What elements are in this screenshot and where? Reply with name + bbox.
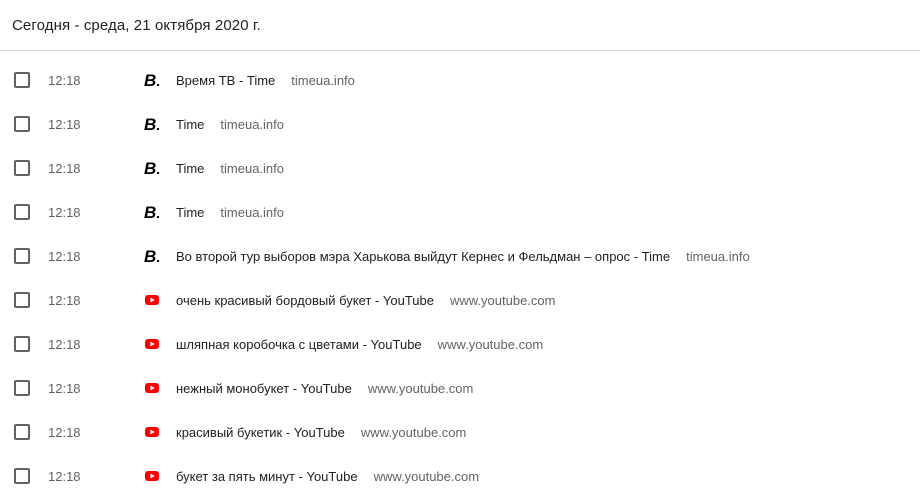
entry-title-link[interactable]: букет за пять минут - YouTube [176, 469, 358, 484]
entry-time: 12:18 [48, 424, 81, 440]
entry-domain: www.youtube.com [360, 424, 467, 440]
entry-title-link[interactable]: Time [176, 117, 204, 132]
entry-checkbox[interactable] [14, 292, 30, 308]
entry-domain: timeua.info [291, 72, 355, 88]
entry-time: 12:18 [48, 248, 81, 264]
timeua-icon: B [144, 248, 160, 264]
entry-checkbox[interactable] [14, 424, 30, 440]
entry-domain: timeua.info [220, 160, 284, 176]
entry-content: очень красивый бордовый букет - YouTube … [176, 293, 555, 308]
entry-checkbox[interactable] [14, 160, 30, 176]
entry-checkbox[interactable] [14, 468, 30, 484]
svg-text:B: B [144, 116, 156, 132]
entry-title-link[interactable]: красивый букетик - YouTube [176, 425, 345, 440]
history-entry[interactable]: 12:18 красивый букетик - YouTube www.you… [0, 410, 920, 454]
entry-content: красивый букетик - YouTube www.youtube.c… [176, 425, 466, 440]
entry-time: 12:18 [48, 72, 81, 88]
entry-domain: timeua.info [220, 204, 284, 220]
entry-time: 12:18 [48, 204, 81, 220]
entry-domain: www.youtube.com [449, 292, 556, 308]
entry-domain: timeua.info [220, 116, 284, 132]
svg-text:B: B [144, 160, 156, 176]
entry-title-link[interactable]: очень красивый бордовый букет - YouTube [176, 293, 434, 308]
history-entry[interactable]: 12:18 B Time timeua.info [0, 190, 920, 234]
history-entry[interactable]: 12:18 очень красивый бордовый букет - Yo… [0, 278, 920, 322]
entry-checkbox[interactable] [14, 116, 30, 132]
entry-title-link[interactable]: Time [176, 205, 204, 220]
entry-content: Time timeua.info [176, 161, 284, 176]
history-card: Сегодня - среда, 21 октября 2020 г. 12:1… [0, 0, 920, 490]
entry-content: Во второй тур выборов мэра Харькова выйд… [176, 249, 750, 264]
entry-checkbox[interactable] [14, 72, 30, 88]
youtube-icon [144, 292, 160, 308]
entry-time: 12:18 [48, 468, 81, 484]
entry-content: Время ТВ - Time timeua.info [176, 73, 355, 88]
timeua-icon: B [144, 116, 160, 132]
entry-time: 12:18 [48, 292, 81, 308]
svg-text:B: B [144, 248, 156, 264]
history-entry[interactable]: 12:18 шляпная коробочка с цветами - YouT… [0, 322, 920, 366]
entry-time: 12:18 [48, 116, 81, 132]
entry-checkbox[interactable] [14, 204, 30, 220]
entry-title-link[interactable]: Во второй тур выборов мэра Харькова выйд… [176, 249, 670, 264]
youtube-icon [144, 380, 160, 396]
entry-content: букет за пять минут - YouTube www.youtub… [176, 469, 479, 484]
history-list: 12:18 B Время ТВ - Time timeua.info 12:1… [0, 51, 920, 490]
youtube-icon [144, 424, 160, 440]
entry-content: Time timeua.info [176, 205, 284, 220]
timeua-icon: B [144, 160, 160, 176]
entry-domain: timeua.info [686, 248, 750, 264]
entry-title-link[interactable]: шляпная коробочка с цветами - YouTube [176, 337, 422, 352]
entry-time: 12:18 [48, 336, 81, 352]
date-header: Сегодня - среда, 21 октября 2020 г. [0, 0, 920, 51]
history-entry[interactable]: 12:18 B Время ТВ - Time timeua.info [0, 58, 920, 102]
entry-content: Time timeua.info [176, 117, 284, 132]
entry-domain: www.youtube.com [437, 336, 544, 352]
timeua-icon: B [144, 204, 160, 220]
history-entry[interactable]: 12:18 букет за пять минут - YouTube www.… [0, 454, 920, 490]
history-entry[interactable]: 12:18 нежный монобукет - YouTube www.you… [0, 366, 920, 410]
svg-text:B: B [144, 204, 156, 220]
svg-text:B: B [144, 72, 156, 88]
entry-time: 12:18 [48, 380, 81, 396]
entry-title-link[interactable]: Time [176, 161, 204, 176]
entry-domain: www.youtube.com [367, 380, 474, 396]
history-entry[interactable]: 12:18 B Time timeua.info [0, 146, 920, 190]
youtube-icon [144, 336, 160, 352]
history-entry[interactable]: 12:18 B Time timeua.info [0, 102, 920, 146]
youtube-icon [144, 468, 160, 484]
entry-domain: www.youtube.com [373, 468, 480, 484]
entry-content: нежный монобукет - YouTube www.youtube.c… [176, 381, 473, 396]
history-entry[interactable]: 12:18 B Во второй тур выборов мэра Харьк… [0, 234, 920, 278]
timeua-icon: B [144, 72, 160, 88]
entry-title-link[interactable]: нежный монобукет - YouTube [176, 381, 352, 396]
entry-title-link[interactable]: Время ТВ - Time [176, 73, 275, 88]
entry-content: шляпная коробочка с цветами - YouTube ww… [176, 337, 543, 352]
entry-checkbox[interactable] [14, 248, 30, 264]
entry-time: 12:18 [48, 160, 81, 176]
entry-checkbox[interactable] [14, 336, 30, 352]
entry-checkbox[interactable] [14, 380, 30, 396]
